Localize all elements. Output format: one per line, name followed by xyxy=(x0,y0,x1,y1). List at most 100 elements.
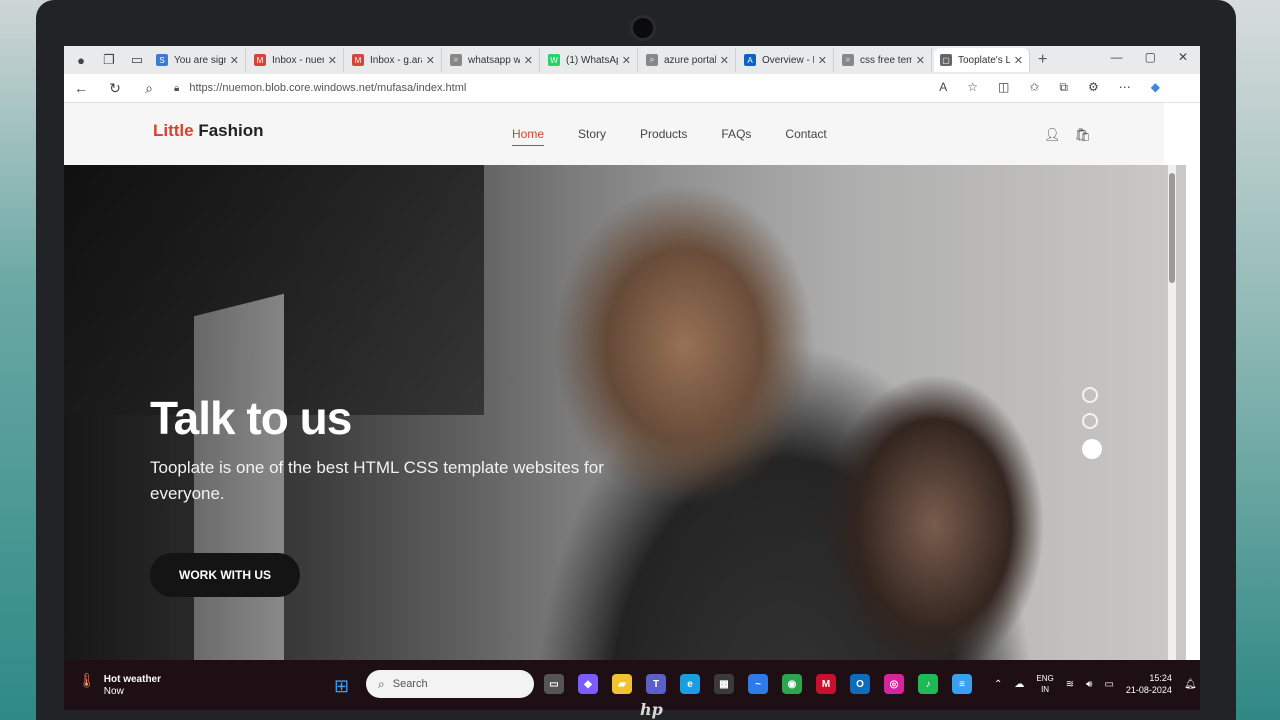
browser-tab[interactable]: M Inbox - nuem ✕ xyxy=(248,48,344,72)
workspaces-icon[interactable]: ❐ xyxy=(98,49,120,71)
tab-label: (1) WhatsAp xyxy=(566,54,618,66)
profile-avatar-icon[interactable]: ● xyxy=(70,49,92,71)
logo-word-2: Fashion xyxy=(198,121,264,140)
nav-icons: 👤︎ 🛍︎ xyxy=(1044,127,1091,143)
url-field[interactable]: 🔒︎ https://nuemon.blob.core.windows.net/… xyxy=(174,78,734,98)
browser-tab[interactable]: ⌕ css free temp ✕ xyxy=(836,48,932,72)
tab-strip: ● ❐ ▭ S You are signe ✕ M Inbox - nuem ✕… xyxy=(64,46,1200,74)
monitor-app-icon[interactable]: ~ xyxy=(748,674,768,694)
cloud-icon[interactable]: ☁ xyxy=(1014,679,1024,690)
close-tab-icon[interactable]: ✕ xyxy=(720,54,729,67)
extensions-icon[interactable]: ⚙ xyxy=(1088,80,1099,95)
browser-tab[interactable]: A Overview - M ✕ xyxy=(738,48,834,72)
logo-word-1: Little xyxy=(153,121,194,140)
windows-start-icon[interactable]: ⊞ xyxy=(334,676,349,697)
scrollbar-thumb[interactable] xyxy=(1169,173,1175,283)
close-tab-icon[interactable]: ✕ xyxy=(818,54,827,67)
close-window-icon[interactable]: ✕ xyxy=(1178,50,1188,64)
browser-tab[interactable]: ⌕ whatsapp we ✕ xyxy=(444,48,540,72)
system-tray: ⌃ ☁ ENG IN ≋ 🔊︎ ▭ 15:24 21-08-2024 🔔︎ xyxy=(994,672,1197,696)
maximize-icon[interactable]: ▢ xyxy=(1145,50,1156,64)
wifi-icon[interactable]: ≋ xyxy=(1066,679,1074,690)
close-tab-icon[interactable]: ✕ xyxy=(328,54,337,67)
back-arrow-icon[interactable]: ← xyxy=(64,80,98,96)
close-tab-icon[interactable]: ✕ xyxy=(230,54,239,67)
gmail-favicon-icon: M xyxy=(352,54,364,66)
new-tab-icon[interactable]: + xyxy=(1038,51,1047,69)
tab-label: You are signe xyxy=(174,54,226,66)
spotify-icon[interactable]: ♪ xyxy=(918,674,938,694)
split-screen-icon[interactable]: ◫ xyxy=(998,80,1009,95)
menu-item-contact[interactable]: Contact xyxy=(785,127,826,146)
tab-label: Overview - M xyxy=(762,54,814,66)
notepad-icon[interactable]: ≡ xyxy=(952,674,972,694)
tab-label: whatsapp we xyxy=(468,54,520,66)
outlook-icon[interactable]: O xyxy=(850,674,870,694)
store-icon[interactable]: ▦ xyxy=(714,674,734,694)
search-icon: ⌕ xyxy=(378,676,385,691)
browser-tab[interactable]: W (1) WhatsAp ✕ xyxy=(542,48,638,72)
teams-icon[interactable]: T xyxy=(646,674,666,694)
carousel-dot-active[interactable] xyxy=(1082,439,1102,459)
menu-item-story[interactable]: Story xyxy=(578,127,606,146)
work-with-us-button[interactable]: WORK WITH US xyxy=(150,553,300,597)
tab-label: Inbox - g.ara xyxy=(370,54,422,66)
laptop-screen: ● ❐ ▭ S You are signe ✕ M Inbox - nuem ✕… xyxy=(64,46,1200,710)
notification-bell-icon[interactable]: 🔔︎ xyxy=(1184,679,1197,690)
edge-icon[interactable]: e xyxy=(680,674,700,694)
site-logo[interactable]: Little Fashion xyxy=(153,121,264,141)
site-navbar: Little Fashion Home Story Products FAQs … xyxy=(64,103,1164,165)
shopping-bag-icon[interactable]: 🛍︎ xyxy=(1075,127,1092,143)
tab-favicon-icon: S xyxy=(156,54,168,66)
clock[interactable]: 15:24 21-08-2024 xyxy=(1126,672,1172,696)
battery-icon[interactable]: ▭ xyxy=(1104,679,1113,690)
file-explorer-icon[interactable]: ▰ xyxy=(612,674,632,694)
search-icon[interactable]: ⌕ xyxy=(132,80,166,97)
menu-item-products[interactable]: Products xyxy=(640,127,687,146)
close-tab-icon[interactable]: ✕ xyxy=(916,54,925,67)
chevron-up-icon[interactable]: ⌃ xyxy=(994,679,1002,690)
volume-icon[interactable]: 🔊︎ xyxy=(1086,679,1092,690)
weather-subtitle: Now xyxy=(103,686,124,697)
thermometer-icon: 🌡︎ xyxy=(78,672,96,688)
carousel-dot[interactable] xyxy=(1082,413,1098,429)
carousel-dot[interactable] xyxy=(1082,387,1098,403)
lock-icon[interactable]: 🔒︎ xyxy=(174,83,179,94)
task-view-icon[interactable]: ▭ xyxy=(544,674,564,694)
search-placeholder: Search xyxy=(392,678,428,690)
minimize-icon[interactable]: — xyxy=(1111,50,1123,64)
language-indicator[interactable]: ENG IN xyxy=(1036,673,1053,695)
close-tab-icon[interactable]: ✕ xyxy=(524,54,533,67)
copilot-app-icon[interactable]: ◆ xyxy=(578,674,598,694)
hp-logo-icon: hp xyxy=(640,700,663,719)
collections-icon[interactable]: ⧉ xyxy=(1059,80,1068,95)
user-icon[interactable]: 👤︎ xyxy=(1044,127,1061,143)
browser-tab[interactable]: S You are signe ✕ xyxy=(150,48,246,72)
menu-item-faqs[interactable]: FAQs xyxy=(721,127,751,146)
close-tab-icon[interactable]: ✕ xyxy=(1014,54,1023,67)
tab-label: Inbox - nuem xyxy=(272,54,324,66)
taskbar-apps: ▭ ◆ ▰ T e ▦ ~ ◉ M O ◎ ♪ ≡ xyxy=(544,674,972,694)
tab-actions-icon[interactable]: ▭ xyxy=(126,49,148,71)
hero-subtitle: Tooplate is one of the best HTML CSS tem… xyxy=(150,458,604,503)
refresh-icon[interactable]: ↻ xyxy=(98,80,132,97)
chrome-icon[interactable]: ◉ xyxy=(782,674,802,694)
favorite-star-icon[interactable]: ☆ xyxy=(967,80,978,95)
weather-title: Hot weather xyxy=(103,674,162,685)
favorites-icon[interactable]: ✩ xyxy=(1029,80,1039,95)
browser-tab[interactable]: ⌕ azure portal ✕ xyxy=(640,48,736,72)
mcafee-icon[interactable]: M xyxy=(816,674,836,694)
more-menu-icon[interactable]: ⋯ xyxy=(1119,80,1131,95)
instagram-icon[interactable]: ◎ xyxy=(884,674,904,694)
read-aloud-icon[interactable]: A xyxy=(939,80,947,95)
url-text: https://nuemon.blob.core.windows.net/muf… xyxy=(189,82,467,94)
close-tab-icon[interactable]: ✕ xyxy=(426,54,435,67)
weather-widget[interactable]: 🌡︎ Hot weather Now xyxy=(78,672,162,698)
clock-date: 21-08-2024 xyxy=(1125,685,1172,695)
browser-tab[interactable]: M Inbox - g.ara ✕ xyxy=(346,48,442,72)
menu-item-home[interactable]: Home xyxy=(512,127,545,146)
copilot-icon[interactable]: ◆ xyxy=(1151,80,1160,95)
close-tab-icon[interactable]: ✕ xyxy=(622,54,631,67)
taskbar-search[interactable]: ⌕ Search xyxy=(366,670,534,698)
browser-tab-active[interactable]: ▢ Tooplate's Li ✕ xyxy=(934,48,1030,72)
